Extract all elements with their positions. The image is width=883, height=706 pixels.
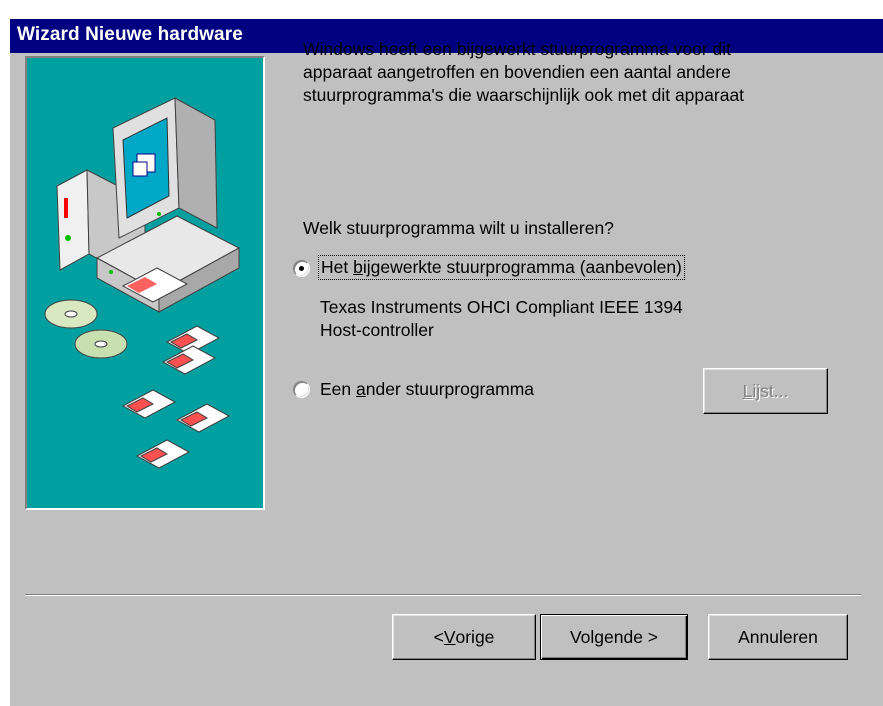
list-button[interactable]: Lijst... — [703, 368, 828, 414]
list-button-after: ijst... — [752, 380, 789, 401]
driver-name: Texas Instruments OHCI Compliant IEEE 13… — [320, 297, 683, 340]
driver-question: Welk stuurprogramma wilt u installeren? — [303, 218, 614, 238]
back-button-before: < — [433, 626, 444, 647]
wizard-illustration — [25, 56, 265, 510]
next-button[interactable]: Volgende > — [540, 614, 688, 660]
radio-updated-driver[interactable] — [293, 260, 310, 277]
option-updated-driver-label[interactable]: Het bijgewerkte stuurprogramma (aanbevol… — [318, 255, 685, 280]
radio-selected-icon — [299, 266, 304, 271]
option-other-after: nder stuurprogramma — [365, 379, 535, 399]
option-other-driver-label[interactable]: Een ander stuurprogramma — [320, 379, 534, 400]
window-title: Wizard Nieuwe hardware — [17, 24, 243, 45]
list-button-accel: L — [742, 380, 753, 401]
option-updated-accel: b — [353, 257, 363, 277]
cancel-button[interactable]: Annuleren — [708, 614, 848, 660]
back-button-accel: V — [443, 626, 456, 647]
option-updated-before: Het — [321, 257, 354, 277]
description-text: Windows heeft een bijgewerkt stuurprogra… — [303, 39, 745, 105]
option-other-before: Een — [320, 379, 356, 399]
radio-other-driver[interactable] — [293, 381, 310, 398]
back-button[interactable]: < Vorige — [392, 614, 536, 660]
footer-separator — [25, 594, 861, 596]
computer-illustration-icon — [44, 97, 241, 469]
back-button-after: orige — [455, 626, 495, 647]
option-other-accel: a — [356, 379, 366, 399]
option-updated-after: ijgewerkte stuurprogramma (aanbevolen) — [362, 257, 682, 277]
